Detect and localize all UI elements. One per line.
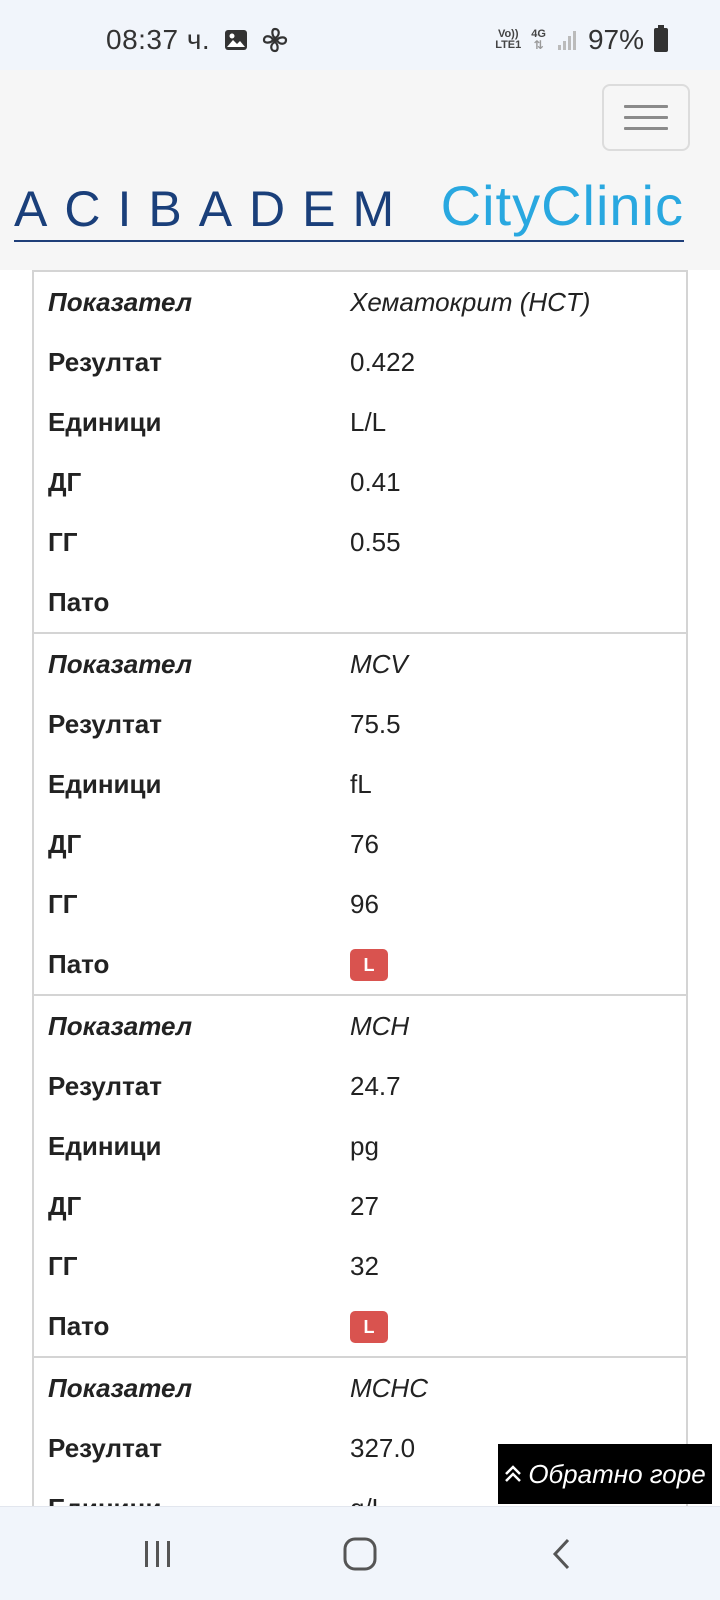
upper-limit-value: 0.55 [350, 526, 401, 557]
battery-percent: 97% [587, 24, 644, 55]
row-label: Пато [48, 1310, 110, 1341]
row-label: ГГ [48, 1250, 78, 1281]
result-value: 24.7 [350, 1070, 401, 1101]
battery-icon [654, 25, 668, 52]
row-label: ГГ [48, 526, 78, 557]
result-card: Показател Хематокрит (HCT) Резултат 0.422 … [34, 270, 686, 634]
indicator-name: MCHC [350, 1372, 428, 1403]
back-button[interactable] [532, 1531, 592, 1577]
row-label: Пато [48, 948, 110, 979]
result-row: ГГ 0.55 [34, 512, 686, 572]
result-row: Показател MCV [34, 634, 686, 694]
status-left: 08:37 ч. [106, 24, 288, 56]
result-row: Показател MCH [34, 996, 686, 1056]
result-row: Пато L [34, 934, 686, 994]
status-time: 08:37 ч. [106, 24, 211, 55]
lower-limit-value: 27 [350, 1190, 379, 1221]
results-list: Показател Хематокрит (HCT) Резултат 0.422 … [32, 270, 688, 1506]
hamburger-menu-button[interactable] [602, 84, 690, 151]
patho-value: L [350, 1309, 388, 1343]
back-to-top-button[interactable]: Обратно горе [498, 1444, 712, 1504]
indicator-name: Хематокрит (HCT) [350, 286, 591, 317]
site-logo[interactable]: ACIBADEM CityClinic [14, 176, 684, 242]
result-row: Единици pg [34, 1116, 686, 1176]
result-value: 327.0 [350, 1432, 416, 1463]
row-label: Показател [48, 1372, 192, 1403]
upper-limit-value: 96 [350, 888, 379, 919]
menu-bar-icon [624, 116, 668, 119]
row-label: Единици [48, 1130, 162, 1161]
network-indicator: 4G ⇅ [531, 29, 546, 52]
upper-limit-value: 32 [350, 1250, 379, 1281]
row-label: Единици [34, 1493, 350, 1507]
recent-apps-button[interactable] [128, 1531, 188, 1577]
row-label: Резултат [48, 708, 162, 739]
site-header: ACIBADEM CityClinic [0, 70, 720, 270]
result-row: ДГ 76 [34, 814, 686, 874]
gallery-icon [225, 30, 248, 50]
back-icon [552, 1538, 570, 1570]
signal-icon [557, 31, 576, 50]
unit-value: g/L [350, 1493, 386, 1507]
result-row: Резултат 0.422 [34, 332, 686, 392]
result-row: ДГ 0.41 [34, 452, 686, 512]
home-icon [343, 1537, 377, 1571]
double-chevron-up-icon [505, 1465, 522, 1482]
logo-acibadem-text: ACIBADEM [14, 181, 412, 237]
row-label: ГГ [48, 888, 78, 919]
unit-value: fL [350, 768, 372, 799]
row-label: Показател [48, 286, 192, 317]
row-label: ДГ [48, 1190, 82, 1221]
row-label: Резултат [48, 1432, 162, 1463]
row-label: Показател [48, 648, 192, 679]
row-label: ДГ [48, 828, 82, 859]
row-label: ДГ [48, 466, 82, 497]
volte-indicator: Vo)) LTE1 [495, 29, 521, 51]
result-card: Показател MCH Резултат 24.7 Единици pg ДГ 27… [34, 996, 686, 1358]
row-label: Показател [48, 1010, 192, 1041]
back-to-top-label: Обратно горе [528, 1458, 706, 1489]
status-bar: 08:37 ч. Vo)) LTE1 4G ⇅ 97% [0, 0, 720, 70]
result-card: Показател MCV Резултат 75.5 Единици fL ДГ 76… [34, 634, 686, 996]
patho-value: L [350, 947, 388, 981]
row-label: Резултат [48, 1070, 162, 1101]
logo-cityclinic-text: CityClinic [440, 174, 684, 237]
volte-bottom-text: LTE1 [495, 39, 522, 51]
row-label: Единици [48, 406, 162, 437]
result-row: Показател Хематокрит (HCT) [34, 272, 686, 332]
result-row: Резултат 75.5 [34, 694, 686, 754]
low-flag-badge: L [350, 1311, 388, 1343]
result-row: Пато L [34, 1296, 686, 1356]
menu-bar-icon [624, 105, 668, 108]
result-row: Единици L/L [34, 392, 686, 452]
unit-value: L/L [350, 406, 387, 437]
result-row: ГГ 32 [34, 1236, 686, 1296]
row-label: Пато [48, 586, 110, 617]
home-button[interactable] [330, 1531, 390, 1577]
result-row: Резултат 24.7 [34, 1056, 686, 1116]
result-row: Пато [34, 572, 686, 632]
system-navigation-bar [0, 1506, 720, 1600]
unit-value: pg [350, 1130, 379, 1161]
result-row: Показател MCHC [34, 1358, 686, 1418]
row-label: Единици [48, 768, 162, 799]
lower-limit-value: 76 [350, 828, 379, 859]
status-right: Vo)) LTE1 4G ⇅ 97% [495, 24, 668, 56]
result-value: 0.422 [350, 346, 416, 377]
result-row: Единици fL [34, 754, 686, 814]
data-arrows-icon: ⇅ [533, 38, 544, 52]
recent-apps-icon [145, 1541, 170, 1567]
result-row: ГГ 96 [34, 874, 686, 934]
indicator-name: MCH [350, 1010, 410, 1041]
result-value: 75.5 [350, 708, 401, 739]
fan-icon [263, 27, 288, 53]
lower-limit-value: 0.41 [350, 466, 401, 497]
result-row: ДГ 27 [34, 1176, 686, 1236]
indicator-name: MCV [350, 648, 408, 679]
low-flag-badge: L [350, 949, 388, 981]
row-label: Резултат [48, 346, 162, 377]
menu-bar-icon [624, 127, 668, 130]
